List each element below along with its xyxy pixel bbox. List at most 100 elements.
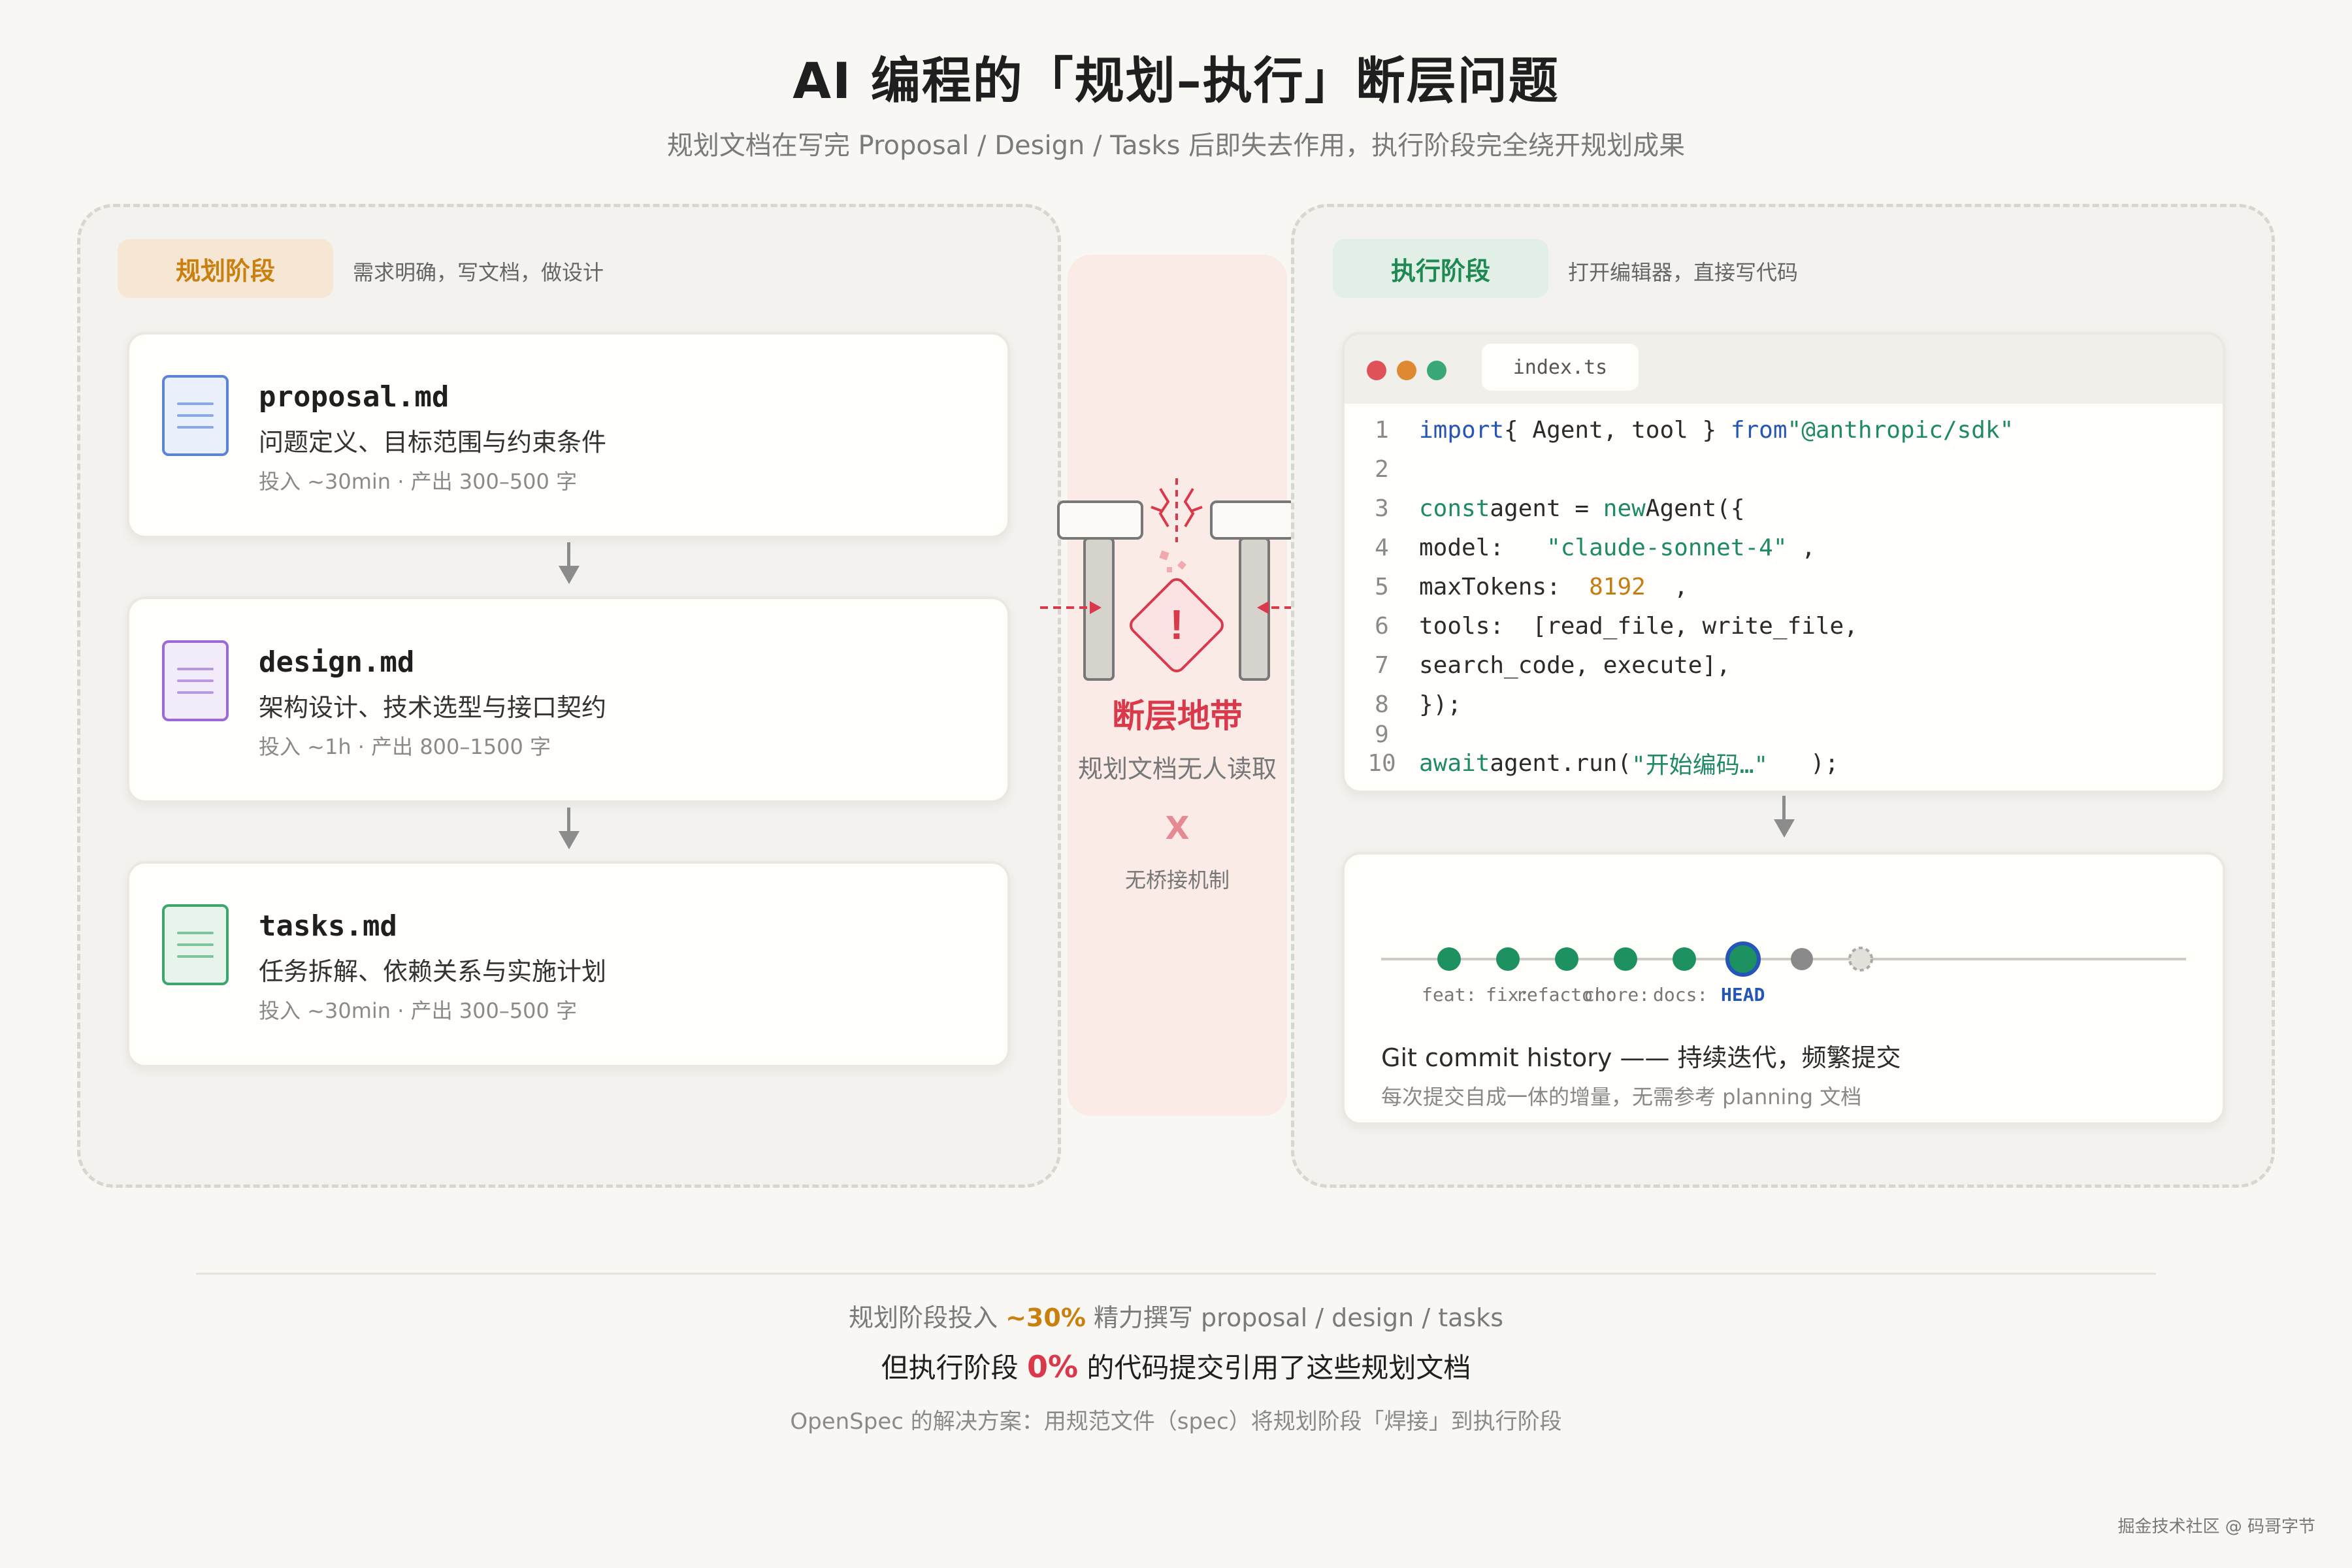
code-line[interactable]: 3 const agent = new Agent({ — [1345, 489, 1745, 528]
commit-label: feat: — [1422, 984, 1477, 1005]
code-token: { Agent, tool } — [1504, 416, 1731, 444]
line-number: 3 — [1375, 495, 1389, 522]
doc-filename: proposal.md — [259, 380, 449, 414]
git-history-desc: 每次提交自成一体的增量，无需参考 planning 文档 — [1381, 1085, 1862, 1109]
document-icon — [162, 904, 229, 985]
commit-dot[interactable] — [1555, 947, 1578, 971]
footer-line-1-pre: 规划阶段投入 — [849, 1303, 1006, 1332]
line-number: 8 — [1375, 691, 1389, 718]
doc-description: 问题定义、目标范围与约束条件 — [259, 428, 607, 457]
right-pillar — [1210, 500, 1296, 681]
code-token: tools: [read_file, write_file, — [1419, 612, 1858, 640]
code-line[interactable]: 5 maxTokens: 8192 , — [1345, 567, 1688, 606]
code-token: Agent({ — [1645, 495, 1745, 522]
pending-commit-dot — [1791, 948, 1813, 970]
code-token: "claude-sonnet-4" — [1546, 534, 1788, 561]
head-label: HEAD — [1721, 984, 1765, 1005]
git-history-title: Git commit history —— 持续迭代，频繁提交 — [1381, 1043, 1901, 1072]
code-body: 1 import{ Agent, tool } from "@anthropic/s… — [1345, 404, 2223, 791]
editor-tab[interactable]: index.ts — [1482, 344, 1639, 391]
warning-icon: ! — [1130, 578, 1224, 672]
code-line[interactable]: 4 model: "claude-sonnet-4" , — [1345, 528, 1816, 567]
code-line[interactable]: 2 — [1345, 449, 1419, 489]
line-number: 6 — [1375, 612, 1389, 640]
footer-line-3: OpenSpec 的解决方案：用规范文件（spec）将规划阶段「焊接」到执行阶段 — [790, 1409, 1562, 1435]
code-token: , — [1645, 573, 1688, 600]
execution-stage-desc: 打开编辑器，直接写代码 — [1568, 260, 1799, 285]
commit-dot[interactable] — [1614, 947, 1637, 971]
editor-title-bar: index.ts — [1345, 335, 2223, 404]
planning-effort-pct: ~30% — [1005, 1303, 1086, 1332]
document-icon — [162, 375, 229, 456]
maximize-dot[interactable] — [1427, 361, 1446, 380]
footer-line-2: 但执行阶段 0% 的代码提交引用了这些规划文档 — [0, 1346, 2352, 1386]
doc-meta: 投入 ~30min · 产出 300–500 字 — [259, 998, 578, 1023]
head-commit-dot[interactable] — [1725, 941, 1761, 977]
doc-meta: 投入 ~30min · 产出 300–500 字 — [259, 469, 578, 494]
code-token: }); — [1419, 691, 1462, 718]
cross-icon: X — [1165, 810, 1190, 847]
line-number: 5 — [1375, 573, 1389, 600]
page-subtitle: 规划文档在写完 Proposal / Design / Tasks 后即失去作用… — [666, 131, 1686, 161]
code-token: await — [1419, 749, 1490, 777]
minimize-dot[interactable] — [1397, 361, 1416, 380]
footer-line-1: 规划阶段投入 ~30% 精力撰写 proposal / design / tas… — [0, 1298, 2352, 1333]
line-number: 1 — [1375, 416, 1389, 444]
planning-stage-tag: 规划阶段 — [118, 239, 333, 298]
commit-label: docs: — [1653, 984, 1708, 1005]
page-title: AI 编程的「规划–执行」断层问题 — [792, 52, 1560, 110]
code-token: from — [1730, 416, 1788, 444]
footer-divider — [196, 1273, 2156, 1275]
code-line[interactable]: 6 tools: [read_file, write_file, — [1345, 606, 1858, 645]
gap-note: 无桥接机制 — [1124, 868, 1230, 892]
commit-graph — [1381, 941, 2186, 977]
code-token: maxTokens: — [1419, 573, 1590, 600]
commit-dot[interactable] — [1496, 947, 1520, 971]
document-icon — [162, 640, 229, 721]
warning-glyph: ! — [1169, 601, 1183, 648]
code-token: ); — [1768, 749, 1839, 777]
line-number: 2 — [1375, 455, 1389, 483]
line-number: 7 — [1375, 651, 1389, 679]
code-token: "开始编码…" — [1631, 752, 1769, 779]
line-number: 4 — [1375, 534, 1389, 561]
footer-line-1-post: 精力撰写 proposal / design / tasks — [1085, 1303, 1503, 1332]
code-token: model: — [1419, 534, 1547, 561]
planning-stage-desc: 需求明确，写文档，做设计 — [353, 260, 604, 285]
code-line[interactable]: 7 search_code, execute], — [1345, 645, 1731, 685]
footer-line-2-post: 的代码提交引用了这些规划文档 — [1078, 1352, 1471, 1384]
code-editor[interactable]: index.ts 1 import{ Agent, tool } from "@an… — [1342, 332, 2225, 793]
left-pillar — [1057, 500, 1143, 681]
code-token: "@anthropic/sdk" — [1787, 416, 2014, 444]
gap-description: 规划文档无人读取 — [1077, 755, 1277, 783]
execution-reference-pct: 0% — [1026, 1349, 1079, 1384]
debris — [1159, 550, 1187, 572]
broken-bridge-graphic: ! — [1040, 478, 1318, 681]
commit-dot[interactable] — [1437, 947, 1461, 971]
line-number: 10 — [1367, 749, 1396, 777]
code-line[interactable]: 8}); — [1345, 685, 1462, 724]
code-line[interactable]: 1 import{ Agent, tool } from "@anthropic/s… — [1345, 410, 2014, 449]
commit-label: chore: — [1584, 984, 1650, 1005]
gap-label: 断层地带 — [1112, 697, 1243, 735]
code-token: agent = — [1490, 495, 1603, 522]
code-token: 8192 — [1589, 573, 1646, 600]
watermark: 掘金技术社区 @ 码哥字节 — [2117, 1517, 2315, 1537]
code-token: import — [1419, 416, 1505, 444]
doc-description: 架构设计、技术选型与接口契约 — [259, 693, 607, 722]
code-token: const — [1419, 495, 1490, 522]
doc-meta: 投入 ~1h · 产出 800–1500 字 — [259, 734, 551, 759]
doc-filename: tasks.md — [259, 909, 397, 943]
commit-dot[interactable] — [1673, 947, 1696, 971]
code-token: search_code, execute], — [1419, 651, 1731, 679]
doc-filename: design.md — [259, 645, 415, 679]
code-token: new — [1603, 495, 1646, 522]
future-commit-dot — [1848, 947, 1873, 972]
code-token: agent.run( — [1490, 749, 1632, 777]
code-token: , — [1787, 534, 1816, 561]
code-line[interactable]: 10 await agent.run("开始编码…" ); — [1345, 743, 1839, 783]
crack-marks — [1151, 478, 1203, 542]
close-dot[interactable] — [1367, 361, 1386, 380]
execution-stage-tag: 执行阶段 — [1333, 239, 1548, 298]
footer-line-2-pre: 但执行阶段 — [881, 1352, 1027, 1384]
